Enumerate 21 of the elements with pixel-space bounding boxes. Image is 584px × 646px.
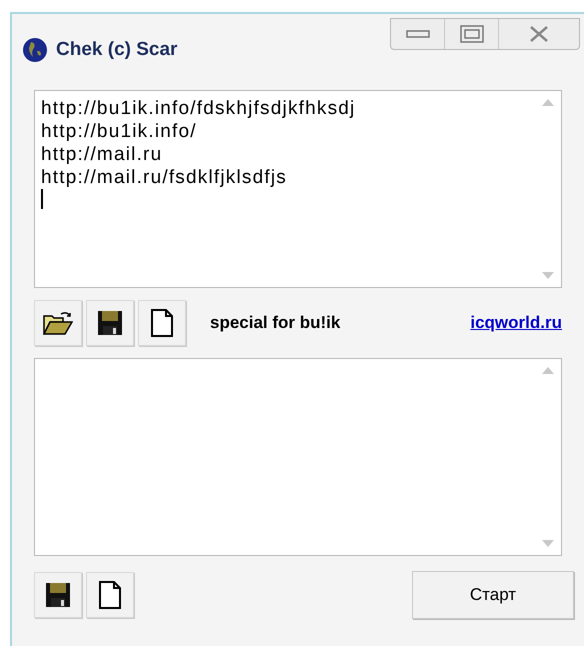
minimize-icon: [406, 29, 430, 39]
blank-page-icon: [151, 309, 173, 337]
folder-icon: [43, 310, 73, 336]
window-title: Chek (c) Scar: [56, 38, 178, 62]
close-icon: [529, 25, 549, 43]
save-button[interactable]: [34, 572, 82, 618]
blank-page-icon: [99, 581, 121, 609]
globe-icon: [22, 37, 48, 63]
text-cursor: [41, 189, 43, 209]
new-button[interactable]: [138, 300, 186, 346]
website-link[interactable]: icqworld.ru: [470, 310, 562, 336]
url-line: http://bu1ik.info/: [41, 120, 198, 143]
save-button[interactable]: [86, 300, 134, 346]
url-line: http://mail.ru/fsdklfjklsdfjs: [41, 166, 288, 189]
url-line: http://mail.ru: [41, 143, 164, 166]
start-button[interactable]: Старт: [412, 571, 574, 619]
maximize-icon: [460, 25, 484, 43]
url-line: http://bu1ik.info/fdskhjfsdjkfhksdj: [41, 97, 356, 120]
open-button[interactable]: [34, 300, 82, 346]
credit-label: special for bu!ik: [210, 312, 340, 334]
new-button[interactable]: [86, 572, 134, 618]
